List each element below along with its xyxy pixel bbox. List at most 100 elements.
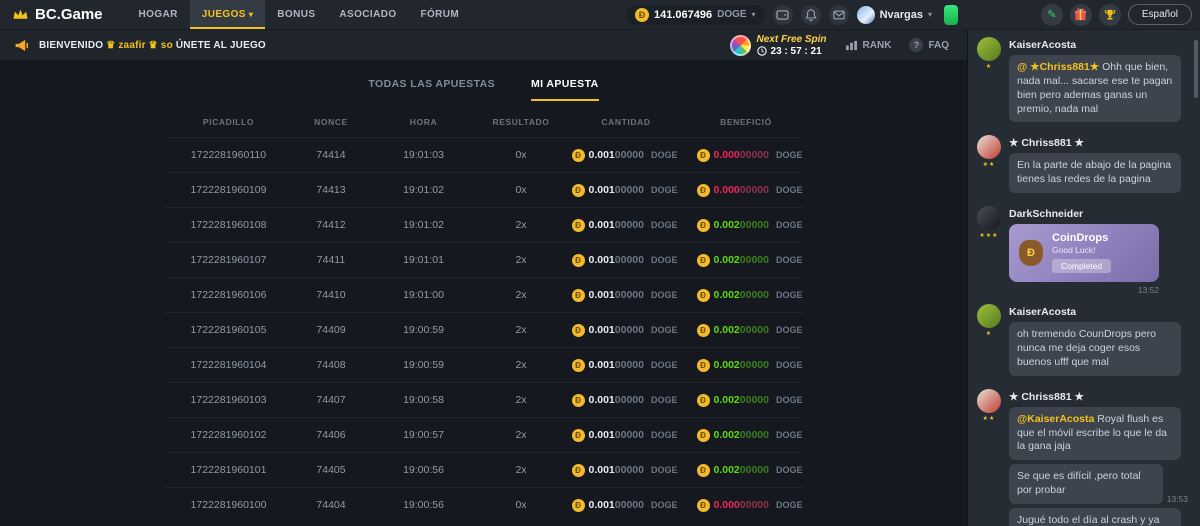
question-icon: ? bbox=[909, 38, 923, 52]
balance-selector[interactable]: Ð 141.067496 DOGE ▾ bbox=[626, 5, 765, 25]
chat-message-left: ★★ bbox=[976, 389, 1002, 526]
user-stars: ★ bbox=[986, 330, 992, 337]
trophy-button[interactable] bbox=[1099, 4, 1121, 26]
table-row[interactable]: 1722281960104 74408 19:00:59 2x Ð 0.0010… bbox=[164, 347, 804, 382]
coindrops-card[interactable]: ÐCoinDropsGood Luck!Completed bbox=[1009, 224, 1159, 282]
free-spin-widget[interactable]: Next Free Spin 23 : 57 : 21 bbox=[730, 34, 827, 57]
chat-username[interactable]: ★ Chriss881 ★ bbox=[1009, 391, 1188, 403]
compose-button[interactable]: ✎ bbox=[1041, 4, 1063, 26]
nav-forum[interactable]: FÓRUM bbox=[409, 0, 472, 29]
coindrops-status-button[interactable]: Completed bbox=[1052, 259, 1111, 273]
table-row[interactable]: 1722281960109 74413 19:01:02 0x Ð 0.0010… bbox=[164, 172, 804, 207]
rank-chart-icon bbox=[845, 40, 858, 51]
table-row[interactable]: 1722281960100 74404 19:00:56 0x Ð 0.0010… bbox=[164, 487, 804, 522]
doge-coin-icon: Ð bbox=[572, 219, 585, 232]
nav-label: FÓRUM bbox=[421, 9, 460, 20]
table-row[interactable]: 1722281960101 74405 19:00:56 2x Ð 0.0010… bbox=[164, 452, 804, 487]
language-button[interactable]: Español bbox=[1128, 4, 1192, 25]
currency-label: DOGE bbox=[776, 395, 803, 405]
gift-button[interactable] bbox=[1070, 4, 1092, 26]
cell-time: 19:00:56 bbox=[369, 464, 479, 476]
rank-link[interactable]: RANK bbox=[845, 40, 892, 51]
cell-time: 19:00:59 bbox=[369, 324, 479, 336]
table-row[interactable]: 1722281960108 74412 19:01:02 2x Ð 0.0010… bbox=[164, 207, 804, 242]
table-row[interactable]: 1722281960103 74407 19:00:58 2x Ð 0.0010… bbox=[164, 382, 804, 417]
chat-scrollbar[interactable] bbox=[1194, 40, 1198, 98]
wallet-button[interactable] bbox=[773, 5, 793, 25]
messages-button[interactable] bbox=[829, 5, 849, 25]
currency-label: DOGE bbox=[651, 290, 678, 300]
welcome-username[interactable]: ♛ zaafir ♛ so bbox=[106, 40, 173, 51]
chat-bubble: Jugué todo el día al crash y ya me canso bbox=[1009, 508, 1181, 526]
doge-coin-icon: Ð bbox=[572, 149, 585, 162]
chat-username[interactable]: DarkSchneider bbox=[1009, 208, 1188, 220]
avatar[interactable] bbox=[977, 135, 1001, 159]
table-row[interactable]: 1722281960107 74411 19:01:01 2x Ð 0.0010… bbox=[164, 242, 804, 277]
nav-asociado[interactable]: ASOCIADO bbox=[327, 0, 408, 29]
logo-text: BC.Game bbox=[35, 6, 103, 23]
cell-hash: 1722281960108 bbox=[164, 219, 294, 231]
chat-message: ★★ ★ Chriss881 ★ En la parte de abajo de… bbox=[968, 130, 1200, 201]
nav-hogar[interactable]: HOGAR bbox=[127, 0, 190, 29]
user-mention[interactable]: @KaiserAcosta bbox=[1017, 413, 1097, 425]
currency-label: DOGE bbox=[776, 290, 803, 300]
nav-juegos[interactable]: JUEGOS▾ bbox=[190, 0, 266, 29]
currency-label: DOGE bbox=[776, 465, 803, 475]
faq-label: FAQ bbox=[928, 40, 949, 51]
avatar[interactable] bbox=[977, 206, 1001, 230]
user-menu[interactable]: Nvargas ▾ bbox=[857, 6, 932, 24]
user-mention[interactable]: @ ★Chriss881★ bbox=[1017, 61, 1102, 73]
chat-username[interactable]: ★ Chriss881 ★ bbox=[1009, 137, 1188, 149]
chat-username[interactable]: KaiserAcosta bbox=[1009, 306, 1188, 318]
chat-message-body: KaiserAcosta oh tremendo CounDrops pero … bbox=[1009, 304, 1188, 380]
chat-message-body: ★ Chriss881 ★ @KaiserAcosta Royal flush … bbox=[1009, 389, 1188, 526]
logo[interactable]: BC.Game bbox=[12, 6, 103, 23]
col-beneficio: BENEFICIÓ bbox=[689, 117, 804, 127]
cell-time: 19:01:02 bbox=[369, 219, 479, 231]
faq-link[interactable]: ? FAQ bbox=[909, 38, 949, 52]
col-resultado: RESULTADO bbox=[479, 117, 564, 127]
cell-time: 19:01:00 bbox=[369, 289, 479, 301]
notifications-button[interactable] bbox=[801, 5, 821, 25]
chevron-down-icon: ▾ bbox=[928, 10, 932, 19]
avatar[interactable] bbox=[977, 389, 1001, 413]
nav-bonus[interactable]: BONUS bbox=[265, 0, 327, 29]
welcome-message: BIENVENIDO ♛ zaafir ♛ so ÚNETE AL JUEGO bbox=[39, 40, 266, 51]
table-row[interactable]: 1722281960105 74409 19:00:59 2x Ð 0.0010… bbox=[164, 312, 804, 347]
currency-label: DOGE bbox=[651, 150, 678, 160]
cell-hash: 1722281960100 bbox=[164, 499, 294, 511]
cell-nonce: 74412 bbox=[294, 219, 369, 231]
clock-icon bbox=[757, 46, 767, 56]
currency-label: DOGE bbox=[651, 185, 678, 195]
avatar[interactable] bbox=[977, 304, 1001, 328]
cell-amount: Ð 0.00100000 DOGE bbox=[564, 394, 689, 407]
cell-hash: 1722281960109 bbox=[164, 184, 294, 196]
countdown-timer: 23 : 57 : 21 bbox=[771, 46, 822, 57]
chat-toggle-button[interactable] bbox=[944, 5, 958, 25]
chat-username[interactable]: KaiserAcosta bbox=[1009, 39, 1188, 51]
doge-coin-icon: Ð bbox=[572, 464, 585, 477]
tab-all-bets[interactable]: TODAS LAS APUESTAS bbox=[368, 78, 495, 101]
doge-coin-icon: Ð bbox=[572, 254, 585, 267]
avatar[interactable] bbox=[977, 37, 1001, 61]
currency-label: DOGE bbox=[651, 465, 678, 475]
chat-message-left: ★★★ bbox=[976, 206, 1002, 295]
cell-hash: 1722281960105 bbox=[164, 324, 294, 336]
user-stars: ★★ bbox=[983, 161, 996, 168]
tab-my-bet[interactable]: MI APUESTA bbox=[531, 78, 599, 101]
user-stars: ★★ bbox=[983, 415, 996, 422]
doge-coin-icon: Ð bbox=[572, 184, 585, 197]
spin-wheel-icon bbox=[730, 35, 751, 56]
cell-profit: Ð 0.00000000 DOGE bbox=[689, 499, 804, 512]
cell-hash: 1722281960102 bbox=[164, 429, 294, 441]
currency-label: DOGE bbox=[776, 185, 803, 195]
chat-message: ★ KaiserAcosta oh tremendo CounDrops per… bbox=[968, 299, 1200, 384]
table-row[interactable]: 1722281960106 74410 19:01:00 2x Ð 0.0010… bbox=[164, 277, 804, 312]
cell-profit: Ð 0.00000000 DOGE bbox=[689, 149, 804, 162]
bets-table: PICADILLO NONCE HORA RESULTADO CANTIDAD … bbox=[164, 107, 804, 522]
cell-amount: Ð 0.00100000 DOGE bbox=[564, 499, 689, 512]
table-row[interactable]: 1722281960110 74414 19:01:03 0x Ð 0.0010… bbox=[164, 137, 804, 172]
table-row[interactable]: 1722281960102 74406 19:00:57 2x Ð 0.0010… bbox=[164, 417, 804, 452]
cell-result: 2x bbox=[479, 219, 564, 231]
chat-bubbles: @ ★Chriss881★ Ohh que bien, nada mal... … bbox=[1009, 55, 1188, 122]
